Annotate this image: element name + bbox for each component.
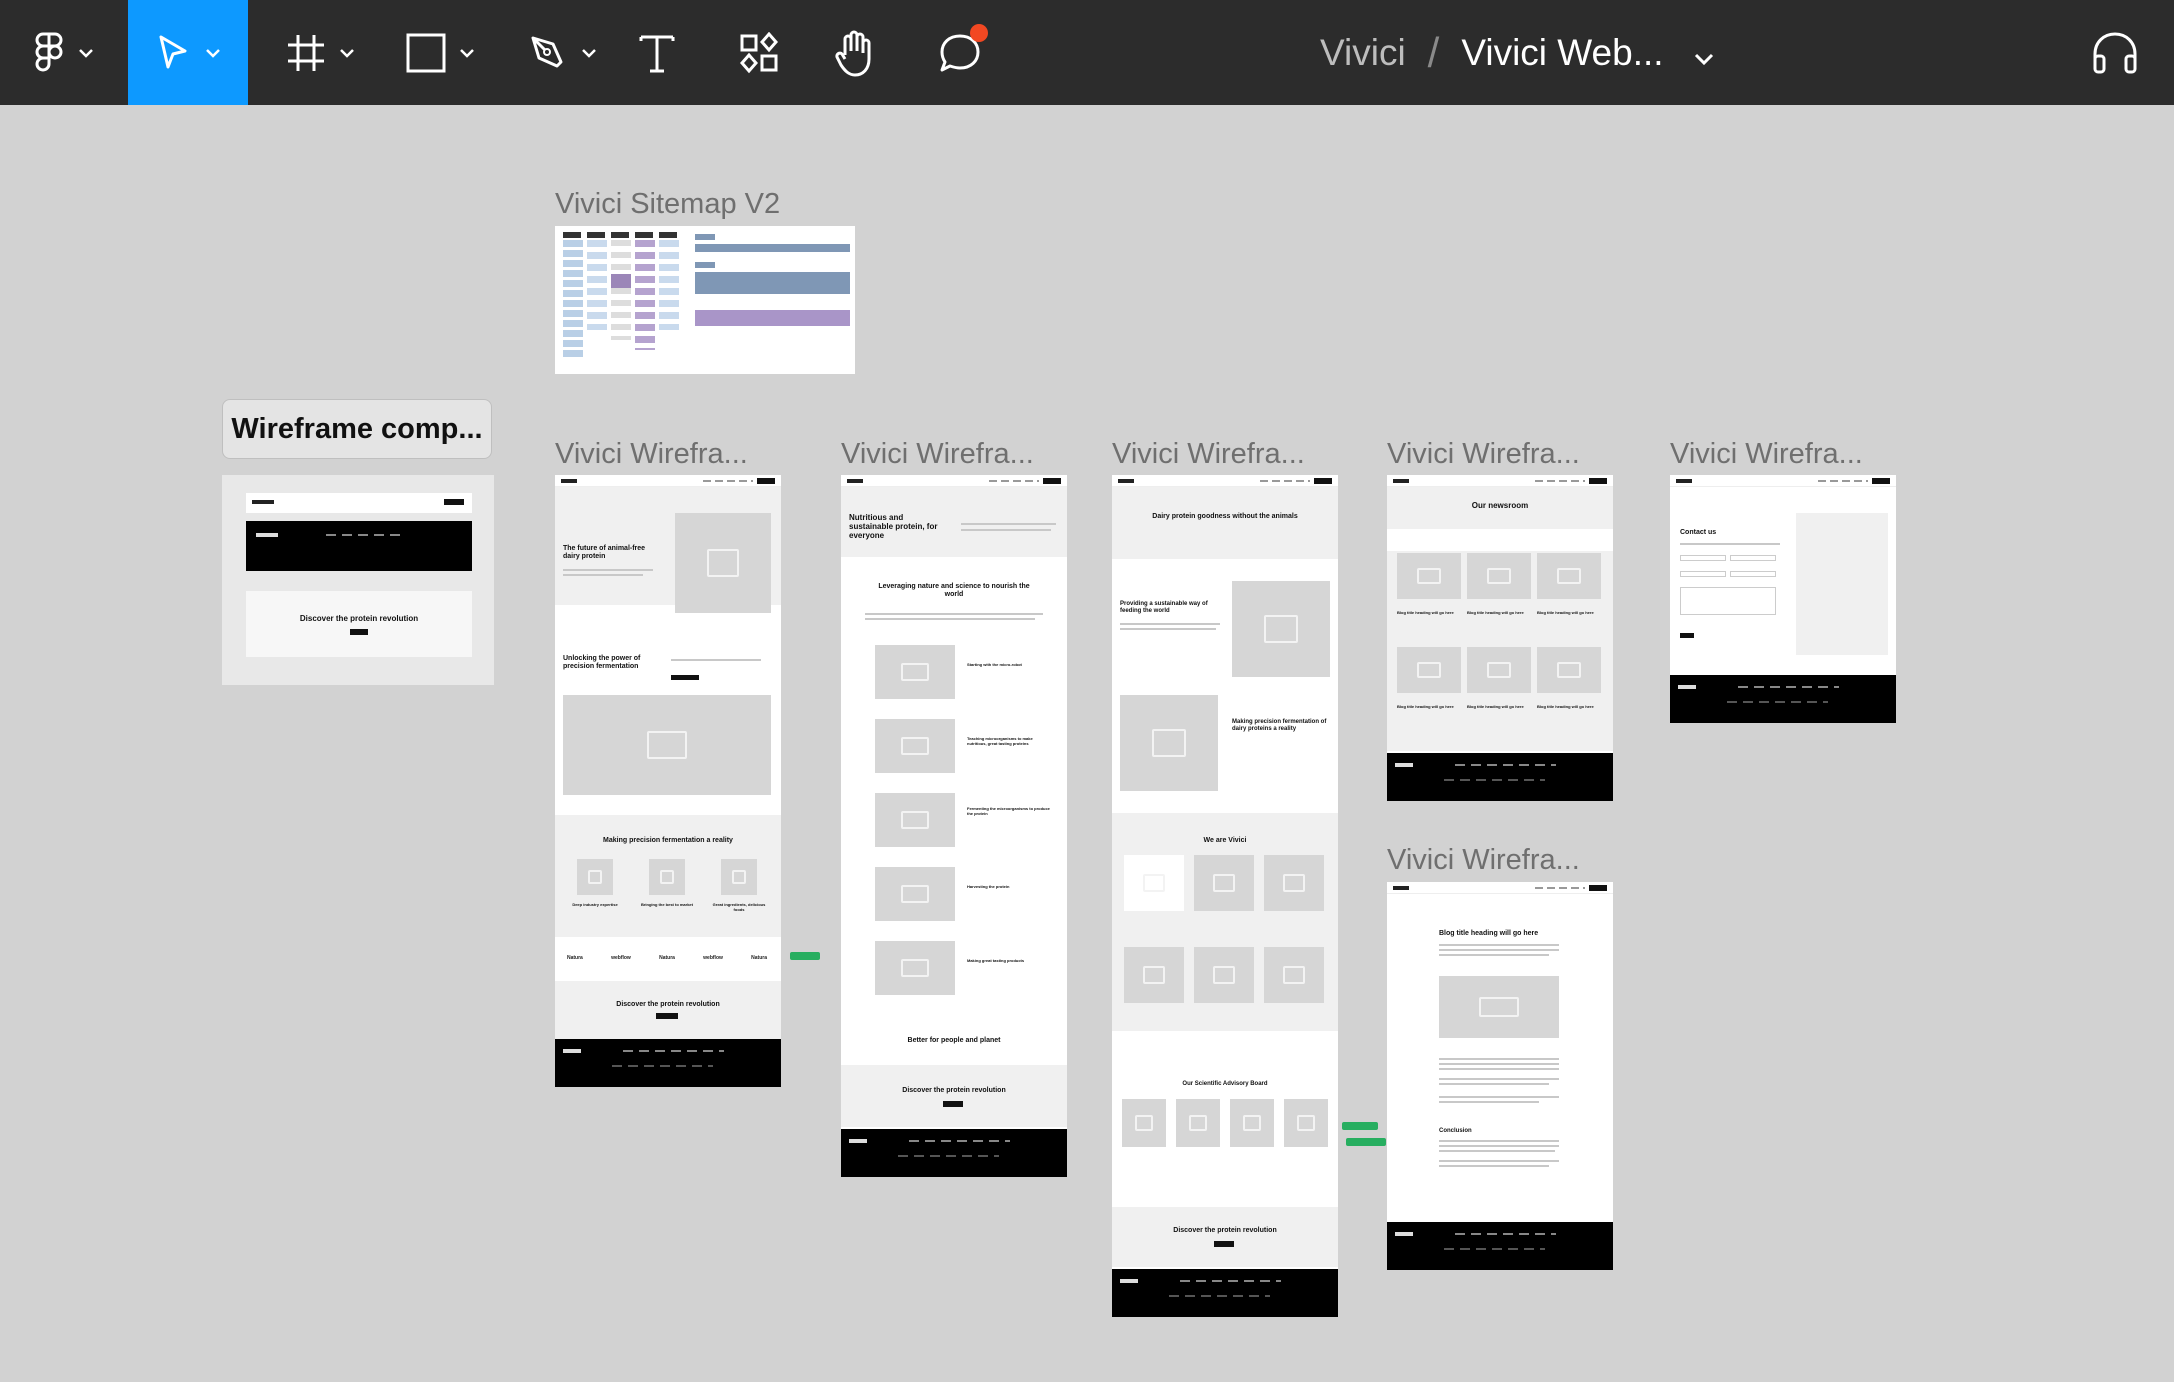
home-section3-title: Making precision fermentation a reality [603, 837, 733, 844]
about-hero-title: Nutritious and sustainable protein, for … [849, 513, 938, 541]
design-canvas[interactable] [0, 105, 2174, 1382]
cursor-icon [155, 33, 191, 73]
team-team-title: We are Vivici [1203, 837, 1247, 844]
comment-icon [936, 23, 988, 76]
news-frame[interactable]: Our newsroom Blog title heading will go … [1387, 475, 1613, 801]
about-frame[interactable]: Nutritious and sustainable protein, for … [841, 475, 1067, 1177]
component-cta-title: Discover the protein revolution [299, 614, 419, 623]
frame-tool-button[interactable] [270, 0, 370, 105]
frame-label-home[interactable]: Vivici Wirefra... [555, 438, 748, 471]
home-frame[interactable]: The future of animal-free dairy protein … [555, 475, 781, 1087]
frame-label-sitemap[interactable]: Vivici Sitemap V2 [555, 188, 780, 221]
main-menu-button[interactable] [0, 0, 128, 105]
chevron-down-icon [339, 48, 355, 58]
about-step-5: Making great tasting products [967, 958, 1025, 963]
news-footer [1387, 753, 1613, 801]
home-logo-strip: Natura webflow Natura webflow Natura [567, 955, 767, 961]
home-hero-image [675, 513, 771, 613]
figma-logo-icon [34, 32, 64, 74]
news-card-title: Blog title heading will go here [1537, 704, 1594, 709]
blog-title: Blog title heading will go here [1439, 930, 1539, 937]
breadcrumb: Vivici / Vivici Web... [1320, 0, 1714, 105]
news-title: Our newsroom [1471, 501, 1529, 510]
team-advisory-title: Our Scientific Advisory Board [1182, 1081, 1268, 1087]
contact-footer [1670, 675, 1896, 723]
about-footer [841, 1129, 1067, 1177]
frame-label-blog[interactable]: Vivici Wirefra... [1387, 844, 1580, 877]
notification-dot [970, 23, 988, 42]
blog-conclusion: Conclusion [1439, 1128, 1472, 1134]
about-bottom-title: Better for people and planet [907, 1037, 1001, 1044]
about-step-2: Teaching microorganisms to make nutritio… [967, 736, 1033, 746]
component-frame[interactable]: Discover the protein revolution [222, 475, 494, 685]
about-step-3: Fermenting the microorganisms to produce… [967, 806, 1050, 816]
frame-label-team[interactable]: Vivici Wirefra... [1112, 438, 1305, 471]
contact-frame[interactable]: Contact us [1670, 475, 1896, 723]
file-name[interactable]: Vivici Web... [1461, 32, 1663, 74]
prototype-connector[interactable] [1342, 1122, 1378, 1130]
pen-icon [527, 32, 569, 74]
chevron-down-icon [78, 48, 94, 58]
home-hero-title: The future of animal-free dairy protein [563, 545, 646, 561]
comment-tool-button[interactable] [930, 0, 990, 105]
team-frame[interactable]: Dairy protein goodness without the anima… [1112, 475, 1338, 1317]
hand-icon [833, 29, 877, 77]
hand-tool-button[interactable] [830, 0, 880, 105]
prototype-connector[interactable] [1346, 1138, 1386, 1146]
components-icon [738, 31, 780, 74]
team-s2-title: Making precision fermentation of dairy p… [1232, 719, 1327, 732]
about-step-1: Starting with the micro-robot [967, 662, 1022, 667]
home-section2-image [563, 695, 771, 795]
blog-frame[interactable]: Blog title heading will go here Conclusi… [1387, 882, 1613, 1270]
help-button[interactable] [2080, 0, 2150, 105]
frame-label-news[interactable]: Vivici Wirefra... [1387, 438, 1580, 471]
shape-tool-button[interactable] [390, 0, 490, 105]
component-footer [246, 521, 472, 571]
component-cta: Discover the protein revolution [246, 591, 472, 657]
news-card-title: Blog title heading will go here [1397, 704, 1454, 709]
top-toolbar: Vivici / Vivici Web... [0, 0, 2174, 105]
wireframe-components-chip[interactable]: Wireframe comp... [222, 399, 492, 459]
news-card-title: Blog title heading will go here [1467, 610, 1524, 615]
team-s1-title: Providing a sustainable way of feeding t… [1120, 601, 1208, 614]
sitemap-frame[interactable] [555, 226, 855, 374]
breadcrumb-team[interactable]: Vivici [1320, 32, 1406, 74]
prototype-connector[interactable] [790, 952, 820, 960]
news-card-title: Blog title heading will go here [1537, 610, 1594, 615]
text-tool-button[interactable] [632, 0, 682, 105]
breadcrumb-separator: / [1427, 28, 1440, 76]
chevron-down-icon [205, 48, 221, 58]
chevron-down-icon [459, 48, 475, 58]
component-nav [246, 493, 472, 513]
text-icon [638, 31, 676, 75]
home-col-3: Great ingredients, delicious foods [712, 902, 766, 912]
frame-label-about[interactable]: Vivici Wirefra... [841, 438, 1034, 471]
rectangle-icon [405, 32, 447, 74]
about-section-title: Leveraging nature and science to nourish… [878, 583, 1030, 599]
about-cta-title: Discover the protein revolution [902, 1087, 1006, 1094]
team-footer [1112, 1269, 1338, 1317]
home-cta-title: Discover the protein revolution [616, 1001, 720, 1008]
news-card-title: Blog title heading will go here [1397, 610, 1454, 615]
frame-label-contact[interactable]: Vivici Wirefra... [1670, 438, 1863, 471]
frame-hash-icon [285, 32, 327, 74]
home-section2-title: Unlocking the power of precision ferment… [563, 655, 641, 671]
move-tool-button[interactable] [128, 0, 248, 105]
pen-tool-button[interactable] [512, 0, 612, 105]
news-card-title: Blog title heading will go here [1467, 704, 1524, 709]
home-col-2: Bringing the best to market [640, 902, 693, 907]
blog-footer [1387, 1222, 1613, 1270]
file-menu-chevron-icon[interactable] [1694, 32, 1714, 74]
team-cta-title: Discover the protein revolution [1173, 1227, 1277, 1234]
team-hero-title: Dairy protein goodness without the anima… [1152, 513, 1298, 520]
home-col-1: Deep industry expertise [572, 902, 618, 907]
headphones-icon [2090, 30, 2140, 76]
about-step-4: Harvesting the protein [967, 884, 1010, 889]
resources-tool-button[interactable] [734, 0, 784, 105]
contact-title: Contact us [1680, 529, 1717, 536]
chevron-down-icon [581, 48, 597, 58]
home-footer [555, 1039, 781, 1087]
